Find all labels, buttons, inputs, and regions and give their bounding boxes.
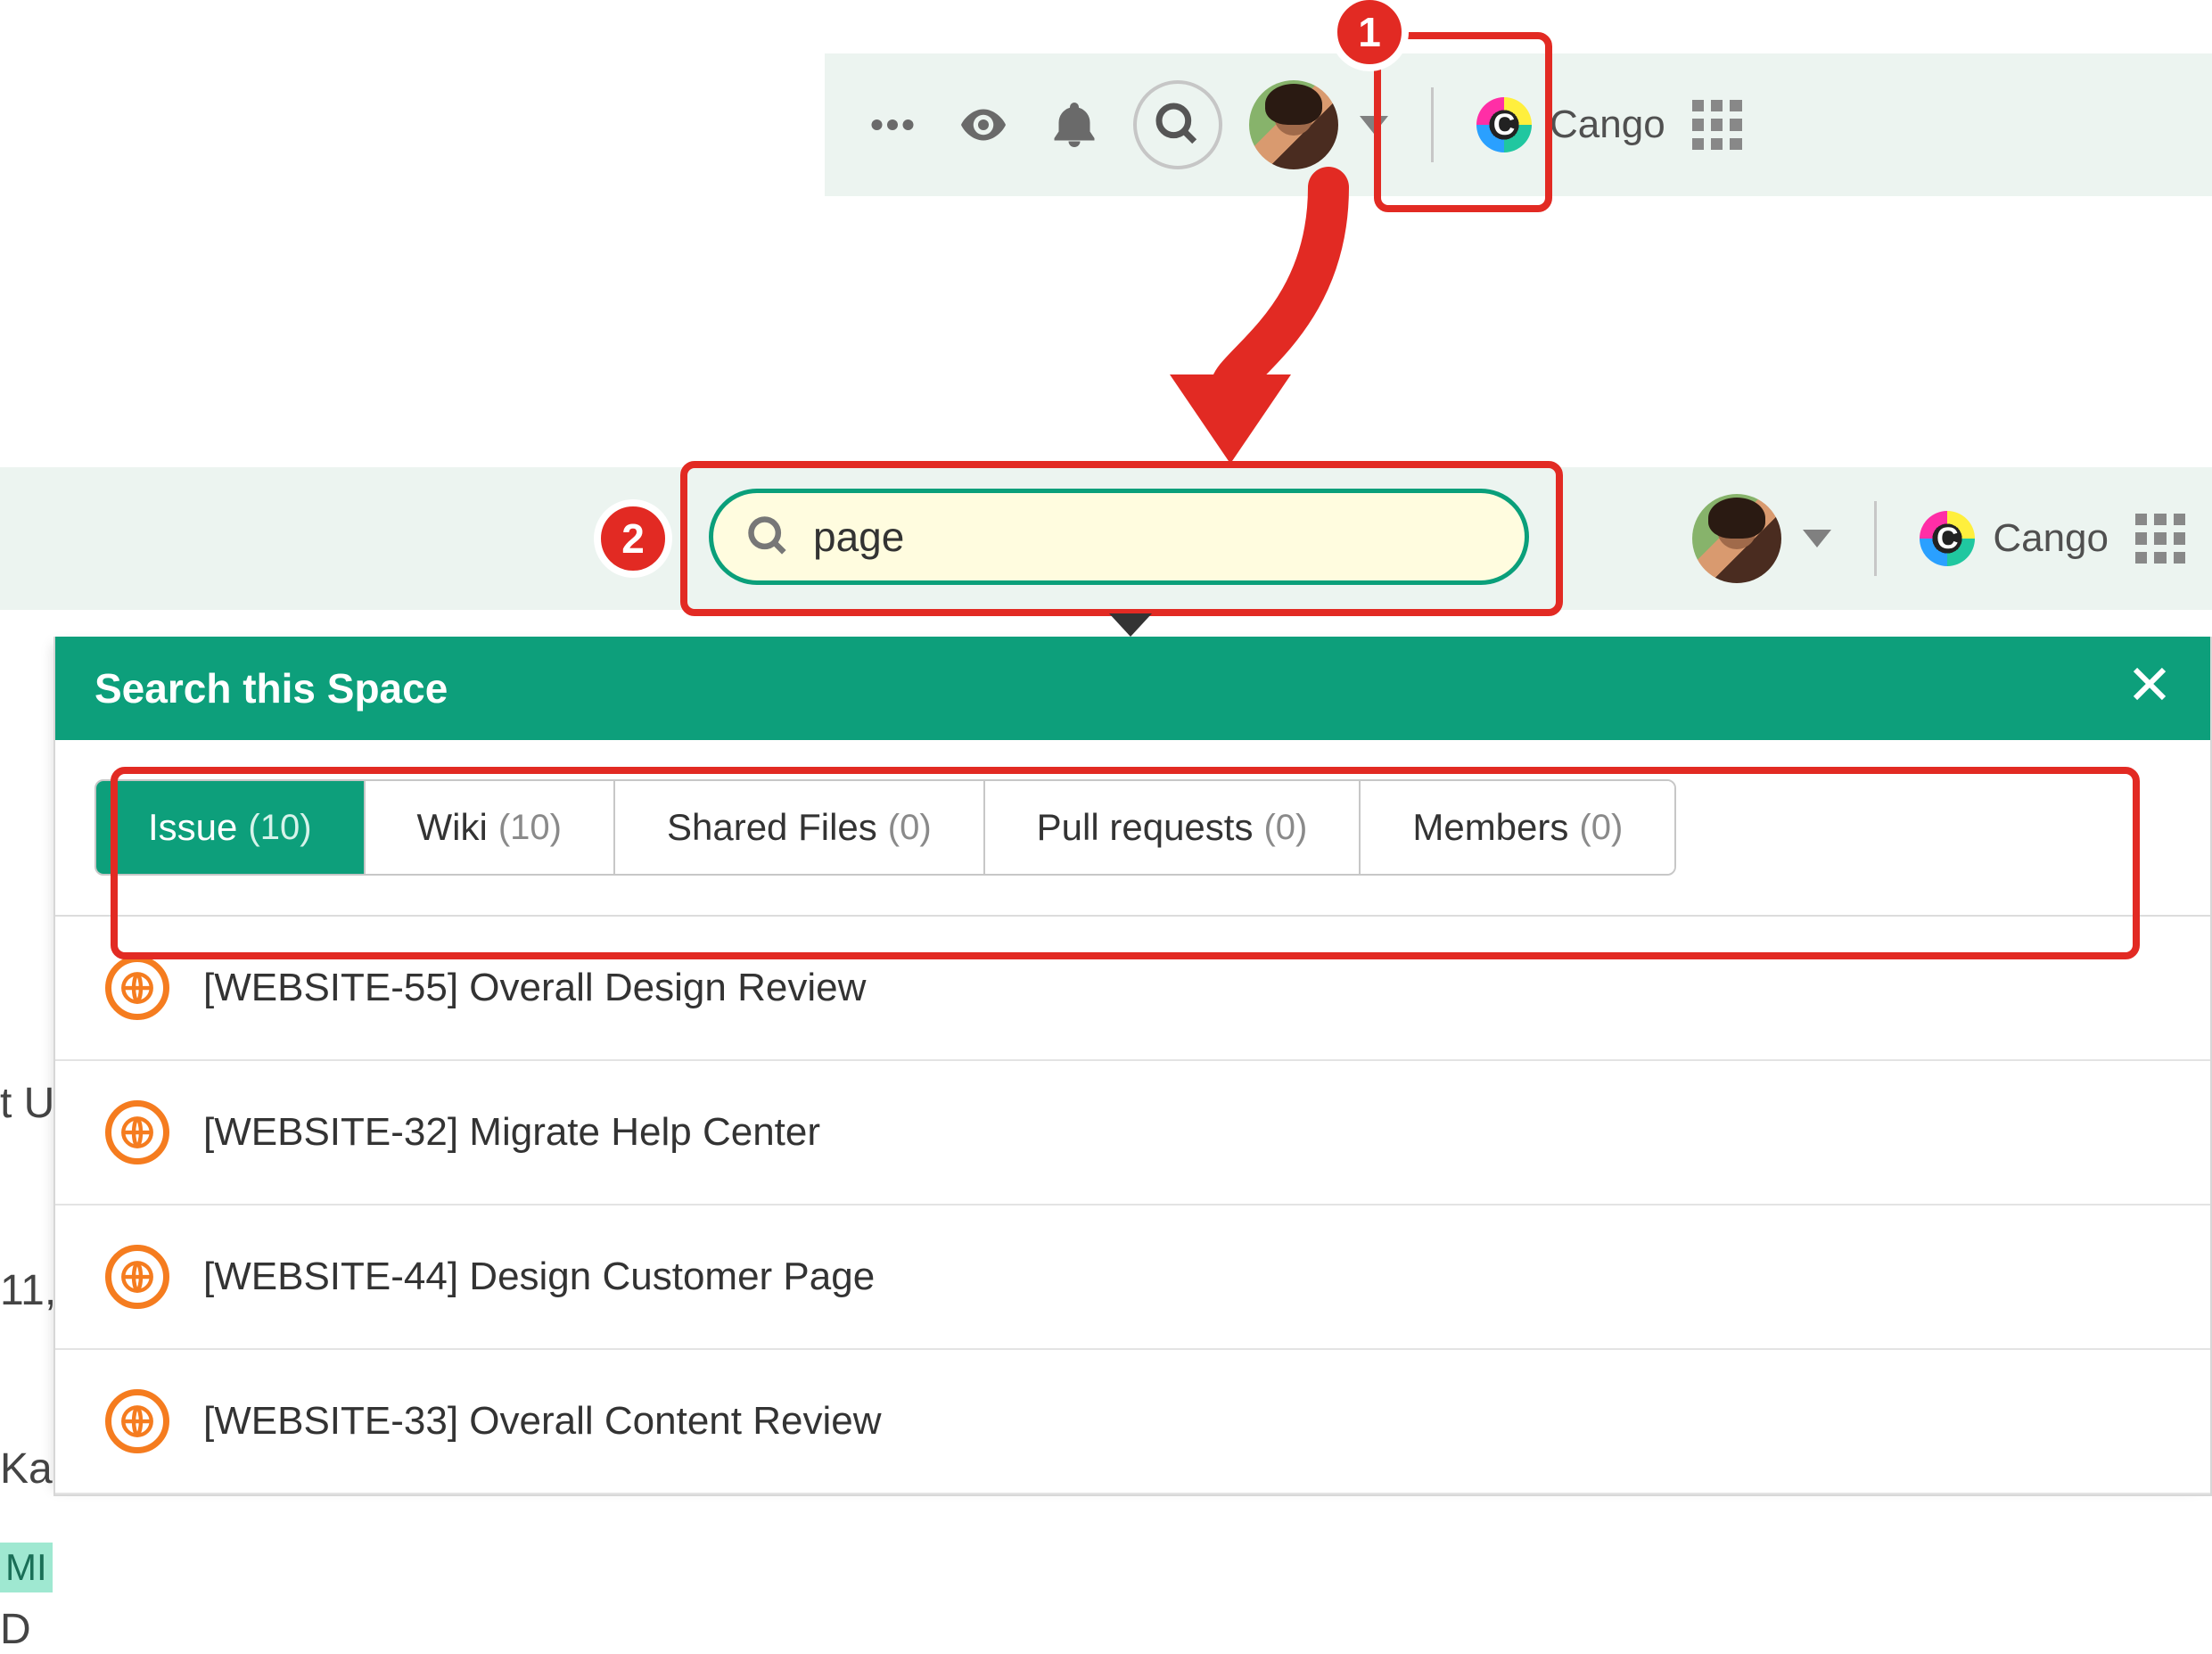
user-avatar[interactable] [1249,80,1338,169]
tab-count: (0) [1263,808,1307,848]
tab-label: Pull requests [1037,806,1254,849]
search-panel-title: Search this Space [95,664,448,712]
user-avatar[interactable] [1692,494,1781,583]
watch-icon[interactable] [951,93,1016,157]
search-button[interactable] [1133,80,1222,169]
tab-label: Issue [148,806,237,849]
tab-wiki[interactable]: Wiki(10) [366,781,615,874]
workspace-name: Cango [1993,516,2109,561]
search-icon [745,514,792,560]
workspace-logo-icon: C [1920,511,1975,566]
search-input[interactable] [813,513,1492,561]
tab-shared-files[interactable]: Shared Files (0) [615,781,985,874]
divider [1874,501,1877,576]
more-icon[interactable] [860,93,925,157]
user-menu-caret-icon[interactable] [1360,116,1388,134]
search-input-wrap [709,489,1529,585]
close-button[interactable] [2128,662,2171,715]
bg-fragment: Ka [0,1444,53,1494]
search-result-title: [WEBSITE-44] Design Customer Page [203,1255,875,1299]
close-icon [2128,662,2171,705]
apps-grid-icon[interactable] [2135,514,2185,564]
apps-grid-icon[interactable] [1692,100,1742,150]
bg-fragment-badge: MI [0,1543,53,1592]
search-tabs: Issue(10)Wiki(10)Shared Files(0)Pull req… [95,779,1676,876]
tab-count: (0) [1579,808,1623,848]
search-result-row[interactable]: [WEBSITE-32] Migrate Help Center [55,1061,2210,1206]
workspace-switcher[interactable]: C Cango [1476,97,1665,152]
tab-label: Members [1412,806,1568,849]
search-result-title: [WEBSITE-32] Migrate Help Center [203,1110,820,1155]
tab-issue[interactable]: Issue (10) [96,781,366,874]
tab-pull-requests[interactable]: Pull requests(0) [985,781,1361,874]
tab-members[interactable]: Members (0) [1361,781,1674,874]
tab-count: (0) [888,808,932,848]
annotation-marker-2: 2 [594,499,672,578]
search-result-title: [WEBSITE-33] Overall Content Review [203,1399,881,1444]
search-input-pointer-icon [1109,613,1152,637]
workspace-switcher[interactable]: C Cango [1920,511,2109,566]
search-panel: Search this Space Issue(10)Wiki(10)Share… [53,637,2212,1496]
bg-fragment: D [0,1605,31,1654]
user-menu-caret-icon[interactable] [1803,530,1831,547]
workspace-name: Cango [1550,103,1665,147]
tabs-container: Issue(10)Wiki(10)Shared Files(0)Pull req… [55,740,2210,917]
workspace-logo-icon: C [1476,97,1532,152]
globe-icon [105,956,169,1020]
bg-fragment: t U [0,1079,54,1128]
search-result-title: [WEBSITE-55] Overall Design Review [203,966,866,1010]
search-results-list: [WEBSITE-55] Overall Design Review [WEBSI… [55,917,2210,1494]
notifications-icon[interactable] [1042,93,1106,157]
divider [1431,87,1434,162]
search-result-row[interactable]: [WEBSITE-33] Overall Content Review [55,1350,2210,1494]
globe-icon [105,1245,169,1309]
bg-fragment: 11, [0,1266,56,1315]
globe-icon [105,1100,169,1164]
tab-label: Shared Files [667,806,877,849]
search-result-row[interactable]: [WEBSITE-55] Overall Design Review [55,917,2210,1061]
globe-icon [105,1389,169,1453]
search-result-row[interactable]: [WEBSITE-44] Design Customer Page [55,1206,2210,1350]
tab-count: (10) [248,808,311,848]
tab-label: Wiki [417,806,488,849]
search-panel-header: Search this Space [55,637,2210,740]
top-toolbar-collapsed: C Cango [825,53,2212,196]
tab-count: (10) [498,808,562,848]
